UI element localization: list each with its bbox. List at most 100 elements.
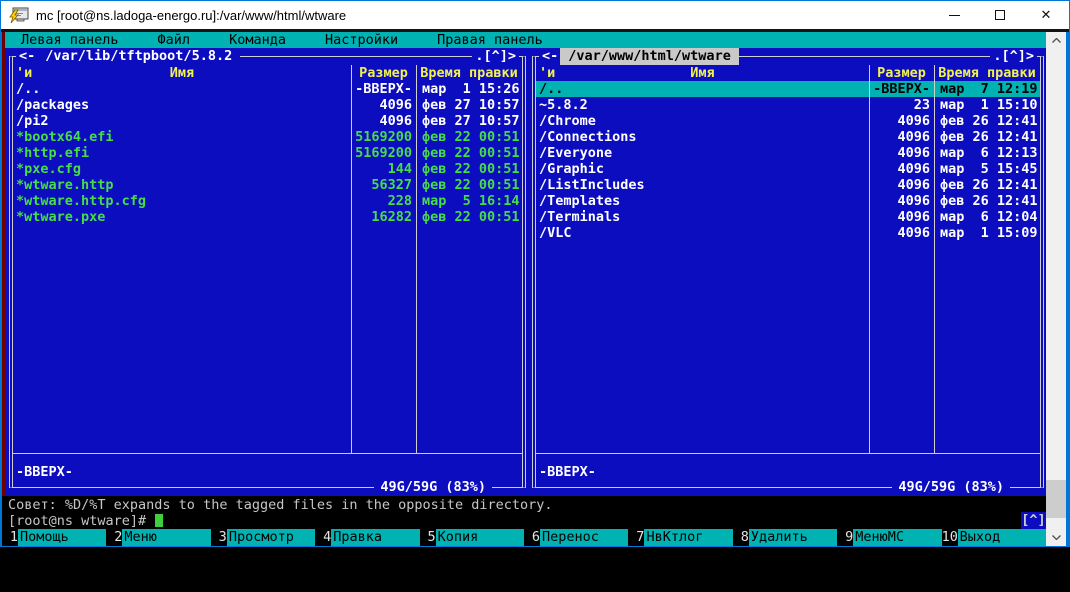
file-row[interactable]: /Everyone4096мар 6 12:13 [536, 145, 1040, 161]
file-mtime: фев 27 10:57 [416, 97, 522, 113]
disk-usage: 49G/59G (83%) [374, 479, 492, 496]
mini-status-separator [536, 453, 1040, 454]
file-row[interactable]: *bootx64.efi5169200фев 22 00:51 [13, 129, 522, 145]
function-key-label: Правка [331, 529, 419, 546]
left-panel-path[interactable]: /var/lib/tftpboot/5.8.2 [37, 48, 240, 65]
function-key-3[interactable]: 3Просмотр [211, 529, 315, 546]
function-key-4[interactable]: 4Правка [315, 529, 419, 546]
function-key-number: 6 [524, 529, 540, 546]
window-title: mc [root@ns.ladoga-energo.ru]:/var/www/h… [36, 8, 346, 23]
file-name: /Chrome [536, 113, 869, 129]
terminal-cursor [155, 514, 163, 527]
file-row[interactable]: *pxe.cfg144фев 22 00:51 [13, 161, 522, 177]
left-panel: <- /var/lib/tftpboot/5.8.2 .[^]> 'и Имя … [9, 56, 526, 488]
right-panel-rows: /..-ВВЕРХ-мар 7 12:19~5.8.223мар 1 15:10… [536, 81, 1040, 453]
function-key-label: Помощь [18, 529, 106, 546]
file-name: /ListIncludes [536, 177, 869, 193]
hint-line: Совет: %D/%T expands to the tagged files… [2, 497, 1046, 513]
file-size: -ВВЕРХ- [869, 81, 934, 97]
function-key-6[interactable]: 6Перенос [524, 529, 628, 546]
file-mtime: мар 7 12:19 [934, 81, 1040, 97]
file-mtime: фев 27 10:57 [416, 113, 522, 129]
function-key-8[interactable]: 8Удалить [733, 529, 837, 546]
file-size: 4096 [869, 113, 934, 129]
panel-back-arrow[interactable]: <- [539, 48, 560, 65]
file-row[interactable]: *wtware.http56327фев 22 00:51 [13, 177, 522, 193]
file-size: 4096 [869, 177, 934, 193]
terminal-bottom-area: Совет: %D/%T expands to the tagged files… [2, 496, 1046, 546]
function-key-9[interactable]: 9МенюМС [837, 529, 941, 546]
file-row[interactable]: /packages4096фев 27 10:57 [13, 97, 522, 113]
command-line[interactable]: [root@ns wtware]# [2, 513, 1046, 529]
file-mtime: фев 22 00:51 [416, 161, 522, 177]
mini-status-separator [13, 453, 522, 454]
file-row[interactable]: *http.efi5169200фев 22 00:51 [13, 145, 522, 161]
maximize-button[interactable] [977, 1, 1023, 29]
scrollbar-down-arrow-icon[interactable] [1046, 529, 1066, 546]
file-size: 4096 [869, 225, 934, 241]
column-header-mtime[interactable]: Время правки [416, 65, 522, 81]
file-mtime: мар 5 15:45 [934, 161, 1040, 177]
menu-bar: Левая панель Файл Команда Настройки Правая п… [2, 32, 1046, 48]
file-row[interactable]: /Graphic4096мар 5 15:45 [536, 161, 1040, 177]
file-name: /Connections [536, 129, 869, 145]
file-size: 4096 [869, 209, 934, 225]
column-header-name[interactable]: Имя [13, 65, 351, 81]
menu-item[interactable]: Настройки [325, 32, 398, 48]
file-row[interactable]: /Terminals4096мар 6 12:04 [536, 209, 1040, 225]
file-row[interactable]: ~5.8.223мар 1 15:10 [536, 97, 1040, 113]
file-row[interactable]: /Chrome4096фев 26 12:41 [536, 113, 1040, 129]
column-header-mtime[interactable]: Время правки [934, 65, 1040, 81]
file-mtime: мар 1 15:09 [934, 225, 1040, 241]
panel-history-marker[interactable]: .[^]> [990, 48, 1037, 65]
file-name: /.. [13, 81, 351, 97]
panel-back-arrow[interactable]: <- [16, 48, 37, 65]
column-header-size[interactable]: Размер [351, 65, 416, 81]
file-mtime: мар 6 12:04 [934, 209, 1040, 225]
file-row[interactable]: /pi24096фев 27 10:57 [13, 113, 522, 129]
file-row[interactable]: *wtware.http.cfg228мар 5 16:14 [13, 193, 522, 209]
putty-window: mc [root@ns.ladoga-energo.ru]:/var/www/h… [0, 0, 1070, 547]
menu-item[interactable]: Левая панель [21, 32, 119, 48]
file-row[interactable]: /..-ВВЕРХ-мар 1 15:26 [13, 81, 522, 97]
menu-item[interactable]: Правая панель [437, 32, 543, 48]
file-row[interactable]: /Connections4096фев 26 12:41 [536, 129, 1040, 145]
function-key-7[interactable]: 7НвКтлог [628, 529, 732, 546]
file-name: /VLC [536, 225, 869, 241]
function-key-number: 10 [942, 529, 958, 546]
console-scrollbar[interactable] [1046, 32, 1066, 546]
right-panel-path[interactable]: /var/www/html/wtware [560, 48, 739, 65]
file-row[interactable]: /ListIncludes4096фев 26 12:41 [536, 177, 1040, 193]
file-size: 4096 [869, 145, 934, 161]
function-key-2[interactable]: 2Меню [106, 529, 210, 546]
right-panel: <- /var/www/html/wtware .[^]> 'и Имя Раз… [532, 56, 1044, 488]
minimize-button[interactable] [931, 1, 977, 29]
sort-indicator: 'и [16, 65, 32, 81]
putty-terminal-icon [9, 7, 29, 24]
function-key-10[interactable]: 10Выход [942, 529, 1046, 546]
close-button[interactable]: ✕ [1023, 1, 1069, 29]
panel-history-marker[interactable]: .[^]> [472, 48, 519, 65]
file-mtime: мар 6 12:13 [934, 145, 1040, 161]
column-header-size[interactable]: Размер [869, 65, 934, 81]
file-mtime: фев 22 00:51 [416, 209, 522, 225]
file-row[interactable]: /..-ВВЕРХ-мар 7 12:19 [536, 81, 1040, 97]
file-size: 56327 [351, 177, 416, 193]
menu-item[interactable]: Команда [229, 32, 286, 48]
scrollbar-up-arrow-icon[interactable] [1046, 32, 1066, 49]
function-key-number: 2 [106, 529, 122, 546]
column-header-name[interactable]: Имя [536, 65, 869, 81]
file-size: 4096 [869, 129, 934, 145]
function-key-1[interactable]: 1Помощь [2, 529, 106, 546]
menu-item[interactable]: Файл [158, 32, 191, 48]
function-key-number: 4 [315, 529, 331, 546]
file-mtime: фев 26 12:41 [934, 129, 1040, 145]
function-key-5[interactable]: 5Копия [420, 529, 524, 546]
function-key-label: МенюМС [853, 529, 941, 546]
scrollbar-thumb[interactable] [1046, 480, 1066, 518]
left-edge-artifact [2, 32, 5, 496]
file-row[interactable]: /VLC4096мар 1 15:09 [536, 225, 1040, 241]
column-separator [416, 65, 417, 453]
file-row[interactable]: *wtware.pxe16282фев 22 00:51 [13, 209, 522, 225]
file-row[interactable]: /Templates4096фев 26 12:41 [536, 193, 1040, 209]
